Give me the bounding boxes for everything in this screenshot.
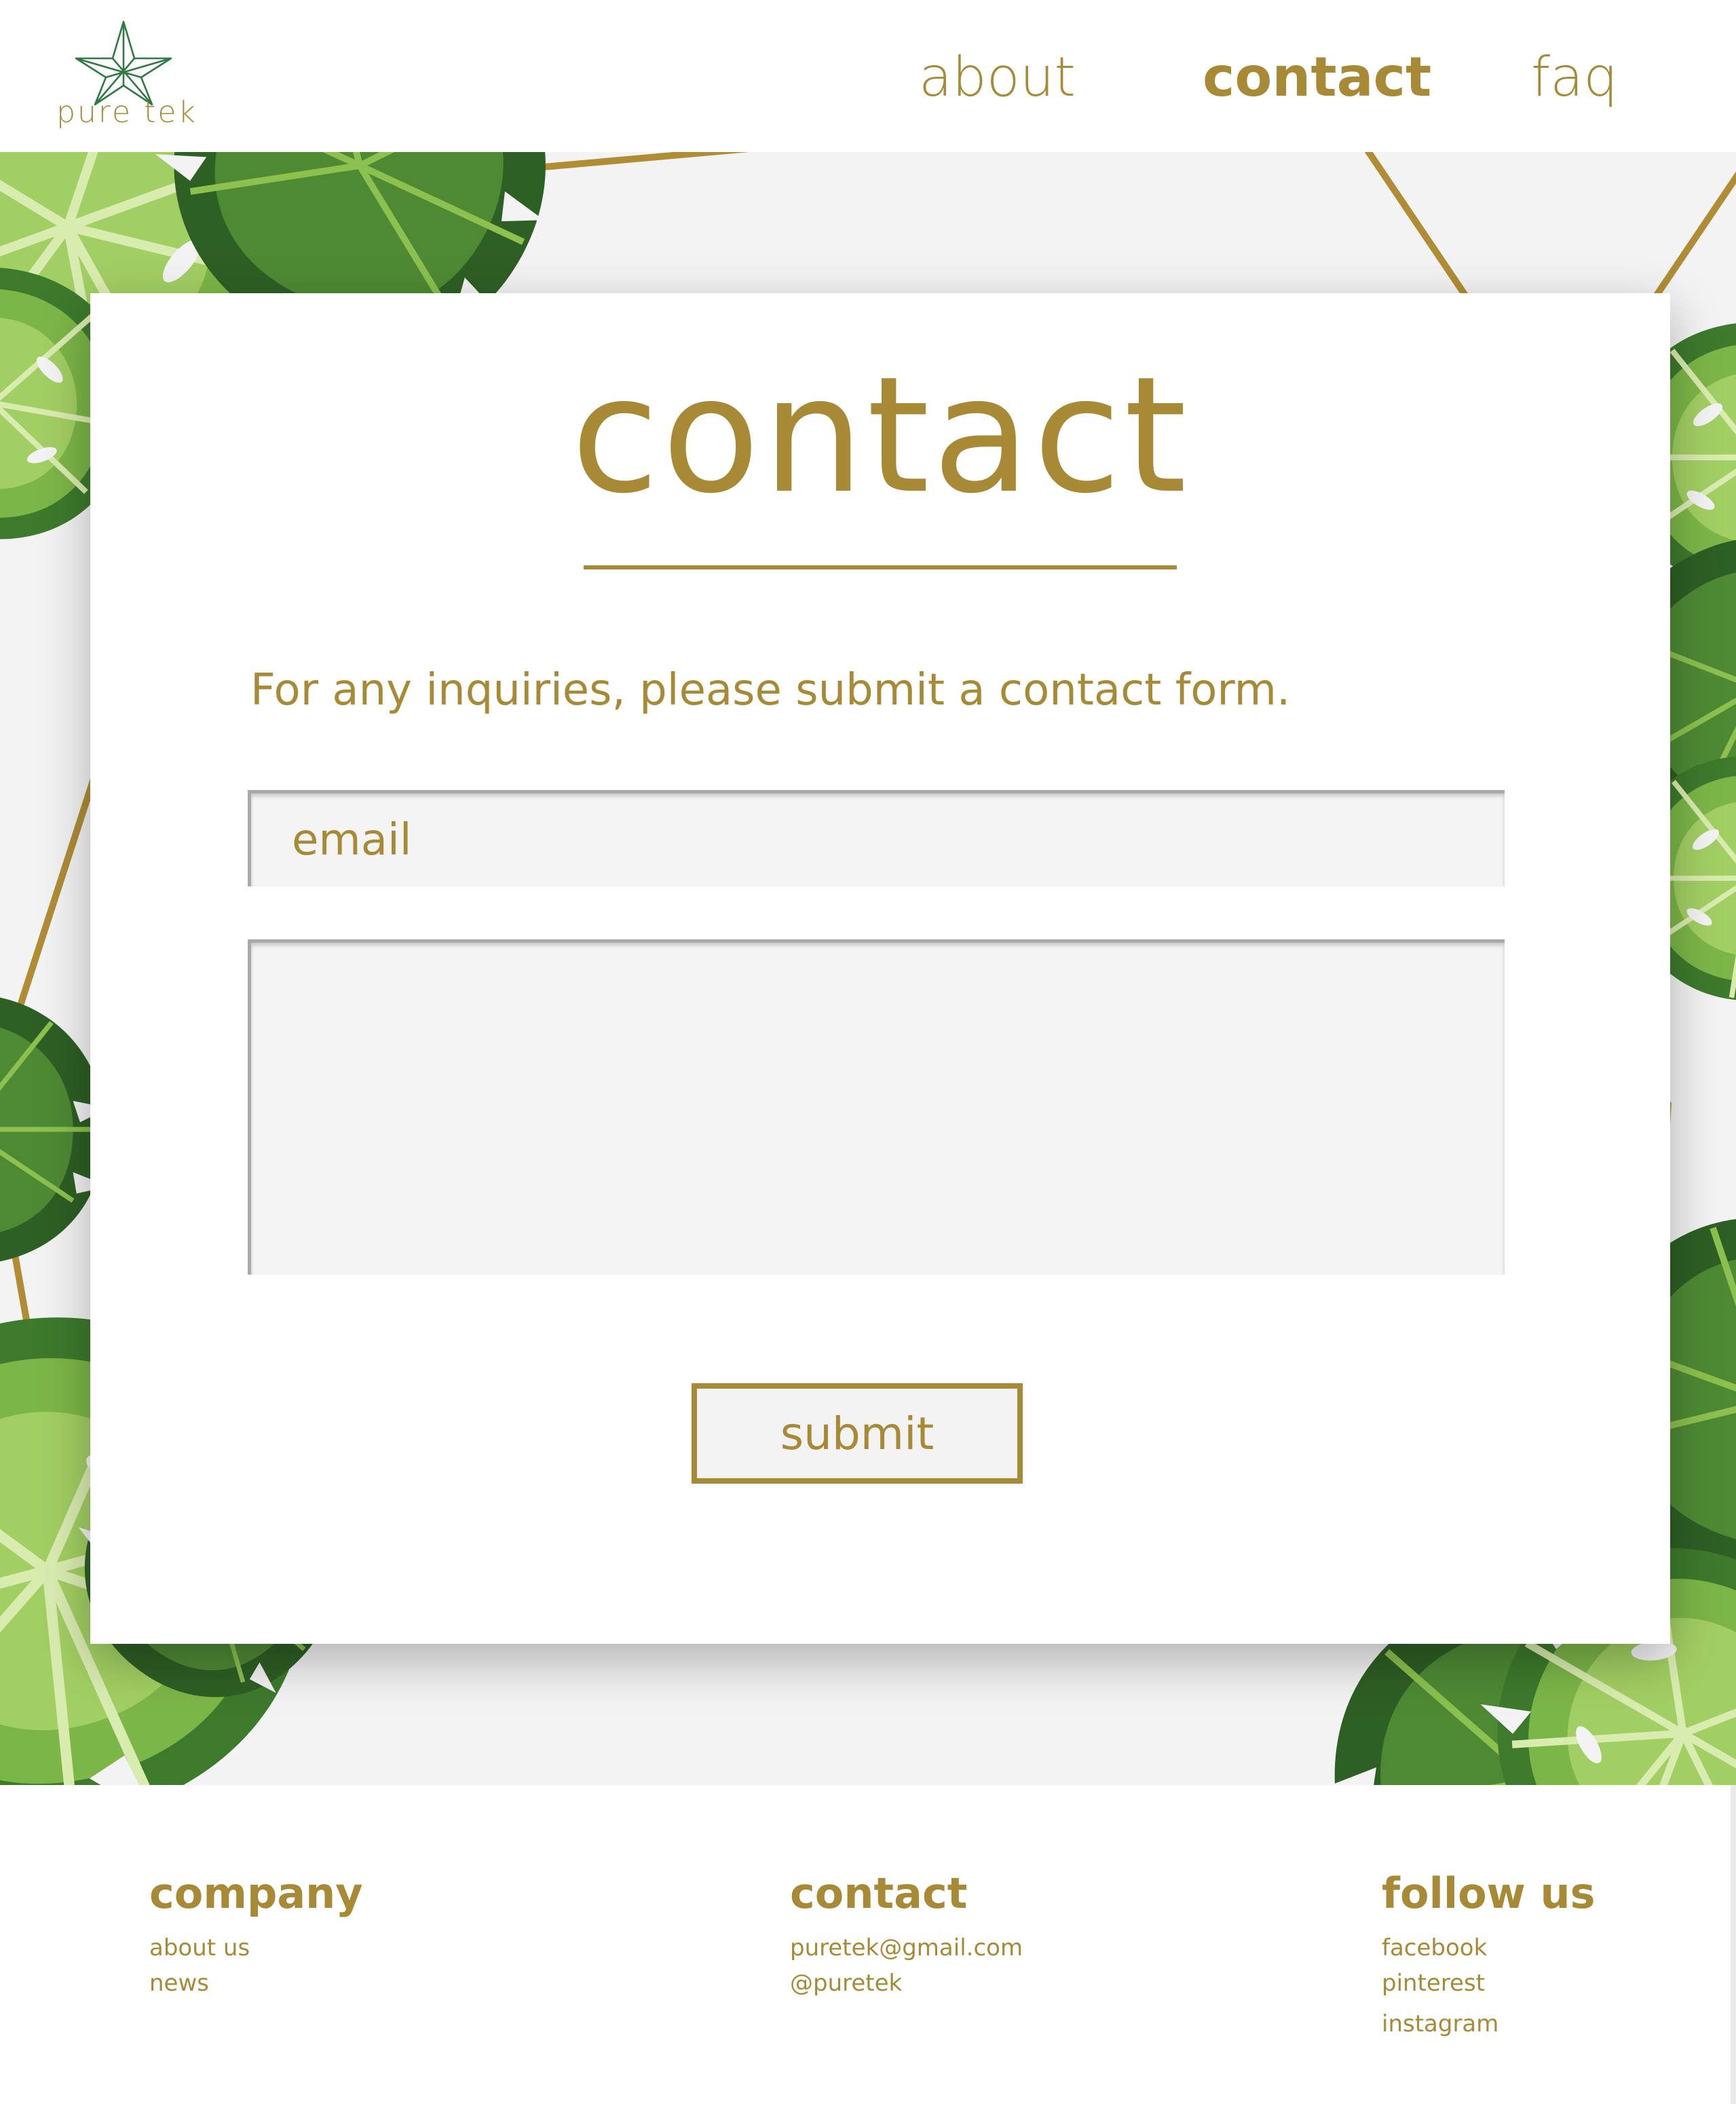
page-title: contact: [571, 342, 1190, 529]
submit-button[interactable]: submit: [692, 1383, 1023, 1484]
brand-name: pure tek: [56, 95, 197, 130]
footer-link-about-us[interactable]: about us: [149, 1930, 363, 1966]
footer-follow-column: follow us facebook pinterest instagram: [1382, 1866, 1596, 2042]
footer-link-email[interactable]: puretek@gmail.com: [790, 1930, 1023, 1966]
site-header: pure tek about contact faq: [0, 0, 1736, 152]
footer-link-facebook[interactable]: facebook: [1382, 1930, 1596, 1966]
contact-card: contact For any inquiries, please submit…: [90, 293, 1670, 1644]
cannabis-leaf-star-icon: [75, 20, 172, 106]
message-field[interactable]: [248, 939, 1505, 1275]
footer-link-pinterest[interactable]: pinterest: [1382, 1966, 1596, 2001]
footer-link-handle[interactable]: @puretek: [790, 1966, 1023, 2001]
footer-link-instagram[interactable]: instagram: [1382, 2006, 1596, 2042]
intro-text: For any inquiries, please submit a conta…: [250, 665, 1291, 715]
footer-heading-follow-us: follow us: [1382, 1868, 1596, 1918]
footer-heading-contact: contact: [790, 1868, 968, 1918]
nav-about[interactable]: about: [919, 43, 1076, 111]
email-field[interactable]: [248, 790, 1505, 886]
nav-faq[interactable]: faq: [1531, 43, 1618, 111]
footer-link-news[interactable]: news: [149, 1966, 363, 2001]
nav-contact[interactable]: contact: [1203, 43, 1431, 111]
page-edge-divider: [1731, 1785, 1736, 2104]
site-footer: company about us news contact puretek@gm…: [0, 1785, 1736, 2104]
footer-heading-company: company: [149, 1868, 363, 1918]
contact-hero: contact For any inquiries, please submit…: [0, 152, 1736, 1785]
footer-contact-column: contact puretek@gmail.com @puretek: [790, 1866, 1023, 2001]
footer-company-column: company about us news: [149, 1866, 363, 2001]
brand-logo[interactable]: pure tek: [49, 19, 205, 134]
title-divider: [584, 565, 1177, 569]
